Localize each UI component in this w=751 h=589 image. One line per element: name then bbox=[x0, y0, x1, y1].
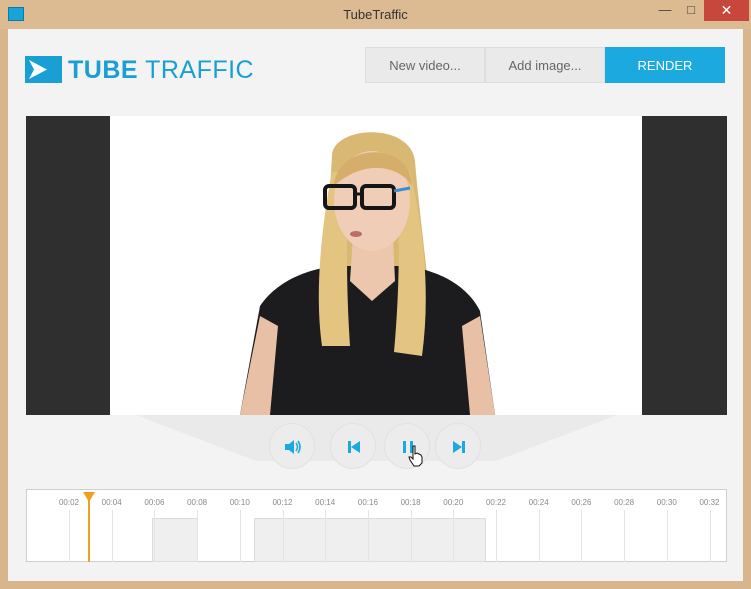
minimize-button[interactable]: — bbox=[652, 0, 678, 21]
timeline-tick-line bbox=[453, 510, 454, 562]
title-bar[interactable]: TubeTraffic — □ ✕ bbox=[0, 0, 751, 29]
add-image-button[interactable]: Add image... bbox=[485, 47, 605, 83]
timeline-clip[interactable] bbox=[254, 518, 486, 562]
timeline-tick-label: 00:32 bbox=[699, 498, 720, 507]
close-button[interactable]: ✕ bbox=[704, 0, 749, 21]
timeline-tick-label: 00:26 bbox=[571, 498, 592, 507]
timeline-clip[interactable] bbox=[152, 518, 198, 562]
new-video-button[interactable]: New video... bbox=[365, 47, 485, 83]
timeline-tick-line bbox=[368, 510, 369, 562]
timeline-tick-line bbox=[197, 510, 198, 562]
timeline-tick-label: 00:14 bbox=[315, 498, 336, 507]
timeline-tick-line bbox=[581, 510, 582, 562]
timeline-tick-line bbox=[624, 510, 625, 562]
brand-name-light: TRAFFIC bbox=[145, 56, 255, 84]
timeline-tick-line bbox=[539, 510, 540, 562]
skip-back-icon bbox=[348, 441, 360, 453]
timeline-tick-line bbox=[710, 510, 711, 562]
timeline-tick-line bbox=[69, 510, 70, 562]
timeline-tick-label: 00:28 bbox=[614, 498, 635, 507]
timeline-tick-line bbox=[667, 510, 668, 562]
timeline-tick-label: 00:10 bbox=[229, 498, 250, 507]
logo-icon bbox=[25, 56, 62, 83]
presenter-video-frame bbox=[240, 132, 495, 415]
timeline-tick-label: 00:12 bbox=[272, 498, 293, 507]
app-client-area: TUBE TRAFFIC New video... Add image... R… bbox=[8, 29, 743, 581]
video-preview bbox=[110, 116, 642, 415]
timeline-tick-label: 00:08 bbox=[187, 498, 208, 507]
skip-forward-icon bbox=[453, 441, 465, 453]
controls-backdrop bbox=[136, 415, 617, 461]
timeline-tick-label: 00:16 bbox=[357, 498, 378, 507]
timeline-tick-line bbox=[325, 510, 326, 562]
app-window: TubeTraffic — □ ✕ TUBE TRAFFIC New video… bbox=[0, 0, 751, 589]
render-button[interactable]: RENDER bbox=[605, 47, 725, 83]
volume-button[interactable] bbox=[269, 423, 315, 469]
timeline-tick-line bbox=[496, 510, 497, 562]
timeline-tick-label: 00:30 bbox=[656, 498, 677, 507]
timeline-tick-label: 00:24 bbox=[528, 498, 549, 507]
brand-logo: TUBE TRAFFIC bbox=[68, 55, 254, 85]
playhead-handle-icon[interactable] bbox=[82, 491, 96, 503]
brand-name-bold: TUBE bbox=[68, 56, 139, 84]
timeline-tick-line bbox=[112, 510, 113, 562]
timeline-tick-line bbox=[240, 510, 241, 562]
skip-back-button[interactable] bbox=[330, 423, 376, 469]
timeline-tick-line bbox=[283, 510, 284, 562]
timeline-tick-line bbox=[411, 510, 412, 562]
skip-forward-button[interactable] bbox=[435, 423, 481, 469]
timeline-tick-label: 00:20 bbox=[443, 498, 464, 507]
timeline-tick-label: 00:04 bbox=[101, 498, 122, 507]
maximize-button[interactable]: □ bbox=[678, 0, 704, 21]
playhead-line bbox=[88, 500, 90, 562]
volume-icon bbox=[285, 440, 301, 454]
window-bottom-border bbox=[0, 581, 751, 589]
timeline-tick-label: 00:22 bbox=[485, 498, 507, 507]
timeline-tick-label: 00:06 bbox=[144, 498, 165, 507]
timeline-tick-line bbox=[154, 510, 155, 562]
timeline[interactable]: 00:02 00:04 00:06 00:08 00:10 00:12 00:14 00:16… bbox=[26, 489, 727, 562]
window-title: TubeTraffic bbox=[343, 7, 408, 22]
hand-cursor-icon bbox=[408, 445, 423, 467]
timeline-tick-label: 00:02 bbox=[58, 498, 80, 507]
timeline-tick-label: 00:18 bbox=[400, 498, 421, 507]
video-player[interactable] bbox=[26, 116, 727, 415]
